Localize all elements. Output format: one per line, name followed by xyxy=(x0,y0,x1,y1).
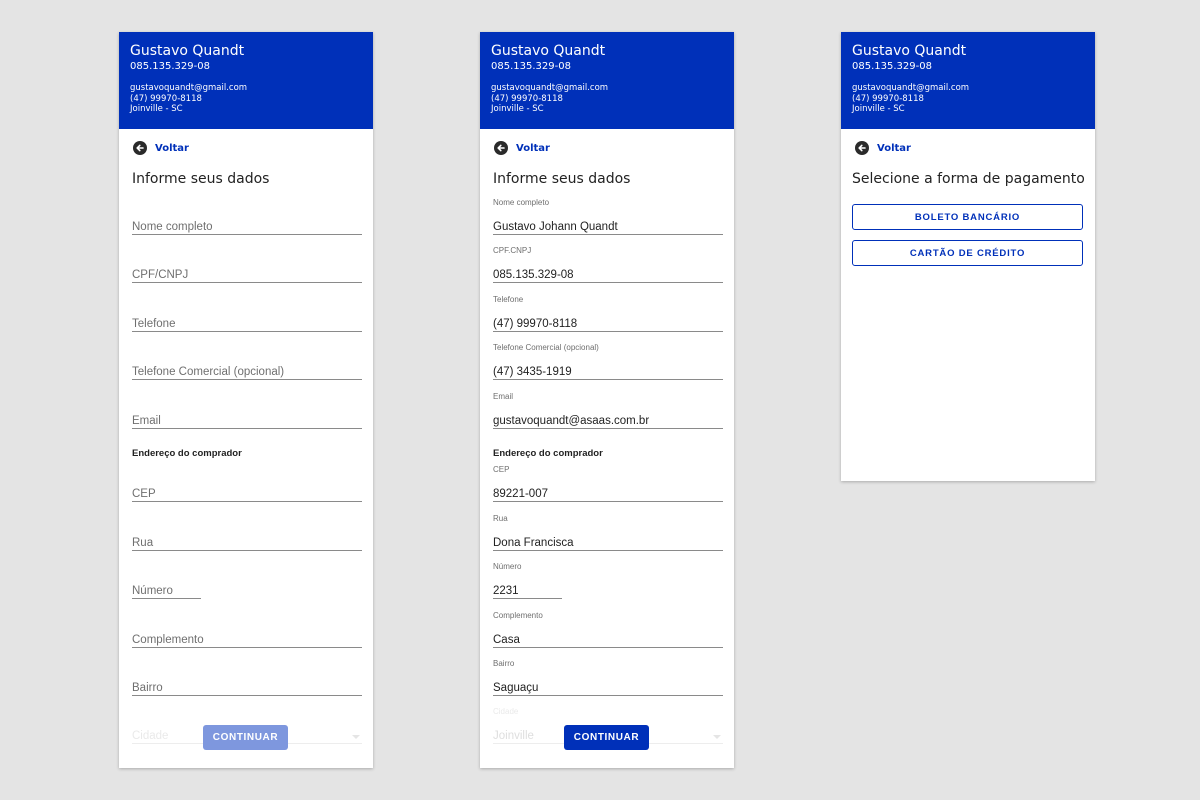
phone-value: (47) 99970-8118 xyxy=(493,318,578,330)
name-field[interactable]: Nome completo Gustavo Johann Quandt xyxy=(493,198,723,235)
number-label: Número xyxy=(493,562,522,571)
customer-email: gustavoquandt@gmail.com xyxy=(852,83,970,93)
street-field[interactable]: Rua xyxy=(132,535,362,551)
city-label: Cidade xyxy=(493,707,519,716)
cep-field[interactable]: CEP 89221-007 xyxy=(493,465,723,502)
email-placeholder: Email xyxy=(132,415,161,427)
neighborhood-field[interactable]: Bairro Saguaçu xyxy=(493,659,723,696)
back-arrow-icon xyxy=(855,141,869,155)
business-phone-value: (47) 3435-1919 xyxy=(493,366,572,378)
back-arrow-icon xyxy=(133,141,147,155)
customer-phone: (47) 99970-8118 xyxy=(130,93,202,104)
business-phone-label: Telefone Comercial (opcional) xyxy=(493,343,599,352)
number-field[interactable]: Número xyxy=(132,583,201,599)
business-phone-field[interactable]: Telefone Comercial (opcional) (47) 3435-… xyxy=(493,343,723,380)
neighborhood-label: Bairro xyxy=(493,659,515,668)
neighborhood-placeholder: Bairro xyxy=(132,682,163,694)
business-phone-placeholder: Telefone Comercial (opcional) xyxy=(132,366,285,378)
complement-field[interactable]: Complemento xyxy=(132,632,362,648)
customer-name: Gustavo Quandt xyxy=(491,43,606,59)
cpf-placeholder: CPF/CNPJ xyxy=(132,269,189,281)
customer-email: gustavoquandt@gmail.com xyxy=(130,83,248,93)
email-label: Email xyxy=(493,392,514,401)
cep-field[interactable]: CEP xyxy=(132,486,362,502)
complement-placeholder: Complemento xyxy=(132,634,204,646)
cpf-field[interactable]: CPF/CNPJ xyxy=(132,267,362,283)
street-field[interactable]: Rua Dona Francisca xyxy=(493,514,723,551)
street-value: Dona Francisca xyxy=(493,537,574,549)
cpf-field[interactable]: CPF.CNPJ 085.135.329-08 xyxy=(493,246,723,283)
name-placeholder: Nome completo xyxy=(132,221,213,233)
address-section-heading: Endereço do comprador xyxy=(132,448,242,459)
checkout-panel-filled: Gustavo Quandt 085.135.329-08 gustavoqua… xyxy=(480,32,734,768)
customer-contact: gustavoquandt@gmail.com (47) 99970-8118 … xyxy=(130,83,362,115)
cep-placeholder: CEP xyxy=(132,488,156,500)
credit-card-button[interactable]: CARTÃO DE CRÉDITO xyxy=(852,240,1083,266)
street-label: Rua xyxy=(493,514,508,523)
customer-contact: gustavoquandt@gmail.com (47) 99970-8118 … xyxy=(852,83,1084,115)
customer-header: Gustavo Quandt 085.135.329-08 gustavoqua… xyxy=(119,32,373,129)
customer-email: gustavoquandt@gmail.com xyxy=(491,83,609,93)
form-title: Informe seus dados xyxy=(493,171,631,187)
complement-value: Casa xyxy=(493,634,520,646)
neighborhood-value: Saguaçu xyxy=(493,682,539,694)
cep-label: CEP xyxy=(493,465,510,474)
customer-name: Gustavo Quandt xyxy=(130,43,245,59)
customer-phone: (47) 99970-8118 xyxy=(852,93,924,104)
back-label: Voltar xyxy=(155,142,189,154)
email-value: gustavoquandt@asaas.com.br xyxy=(493,415,650,427)
customer-document: 085.135.329-08 xyxy=(491,61,571,72)
phone-label: Telefone xyxy=(493,295,524,304)
back-label: Voltar xyxy=(877,142,911,154)
customer-name: Gustavo Quandt xyxy=(852,43,967,59)
checkout-panel-empty: Gustavo Quandt 085.135.329-08 gustavoqua… xyxy=(119,32,373,768)
back-button[interactable]: Voltar xyxy=(133,141,189,155)
name-label: Nome completo xyxy=(493,198,550,207)
name-value: Gustavo Johann Quandt xyxy=(493,221,618,233)
address-section-heading: Endereço do comprador xyxy=(493,448,603,459)
number-value: 2231 xyxy=(493,585,519,597)
cpf-value: 085.135.329-08 xyxy=(493,269,574,281)
business-phone-field[interactable]: Telefone Comercial (opcional) xyxy=(132,364,362,380)
back-button[interactable]: Voltar xyxy=(855,141,911,155)
customer-phone: (47) 99970-8118 xyxy=(491,93,563,104)
customer-header: Gustavo Quandt 085.135.329-08 gustavoqua… xyxy=(841,32,1095,129)
email-field[interactable]: Email gustavoquandt@asaas.com.br xyxy=(493,392,723,429)
customer-city: Joinville - SC xyxy=(130,104,183,114)
street-placeholder: Rua xyxy=(132,537,154,549)
dropdown-caret-icon xyxy=(352,735,360,739)
phone-placeholder: Telefone xyxy=(132,318,176,330)
customer-document: 085.135.329-08 xyxy=(852,61,932,72)
phone-field[interactable]: Telefone xyxy=(132,316,362,332)
complement-field[interactable]: Complemento Casa xyxy=(493,611,723,648)
back-label: Voltar xyxy=(516,142,550,154)
complement-label: Complemento xyxy=(493,611,543,620)
dropdown-caret-icon xyxy=(713,735,721,739)
continue-button-disabled[interactable]: CONTINUAR xyxy=(203,725,288,750)
boleto-button[interactable]: BOLETO BANCÁRIO xyxy=(852,204,1083,230)
form-title: Informe seus dados xyxy=(132,171,270,187)
payment-title: Selecione a forma de pagamento xyxy=(852,171,1085,187)
name-field[interactable]: Nome completo xyxy=(132,219,362,235)
city-placeholder: Cidade xyxy=(132,730,169,742)
continue-button[interactable]: CONTINUAR xyxy=(564,725,649,750)
customer-contact: gustavoquandt@gmail.com (47) 99970-8118 … xyxy=(491,83,723,115)
cep-value: 89221-007 xyxy=(493,488,548,500)
neighborhood-field[interactable]: Bairro xyxy=(132,680,362,696)
number-placeholder: Número xyxy=(132,585,173,597)
back-button[interactable]: Voltar xyxy=(494,141,550,155)
payment-method-panel: Gustavo Quandt 085.135.329-08 gustavoqua… xyxy=(841,32,1095,481)
city-value: Joinville xyxy=(493,730,534,742)
number-field[interactable]: Número 2231 xyxy=(493,562,562,599)
customer-city: Joinville - SC xyxy=(852,104,905,114)
back-arrow-icon xyxy=(494,141,508,155)
customer-document: 085.135.329-08 xyxy=(130,61,210,72)
email-field[interactable]: Email xyxy=(132,413,362,429)
cpf-label: CPF.CNPJ xyxy=(493,246,532,255)
customer-header: Gustavo Quandt 085.135.329-08 gustavoqua… xyxy=(480,32,734,129)
phone-field[interactable]: Telefone (47) 99970-8118 xyxy=(493,295,723,332)
customer-city: Joinville - SC xyxy=(491,104,544,114)
